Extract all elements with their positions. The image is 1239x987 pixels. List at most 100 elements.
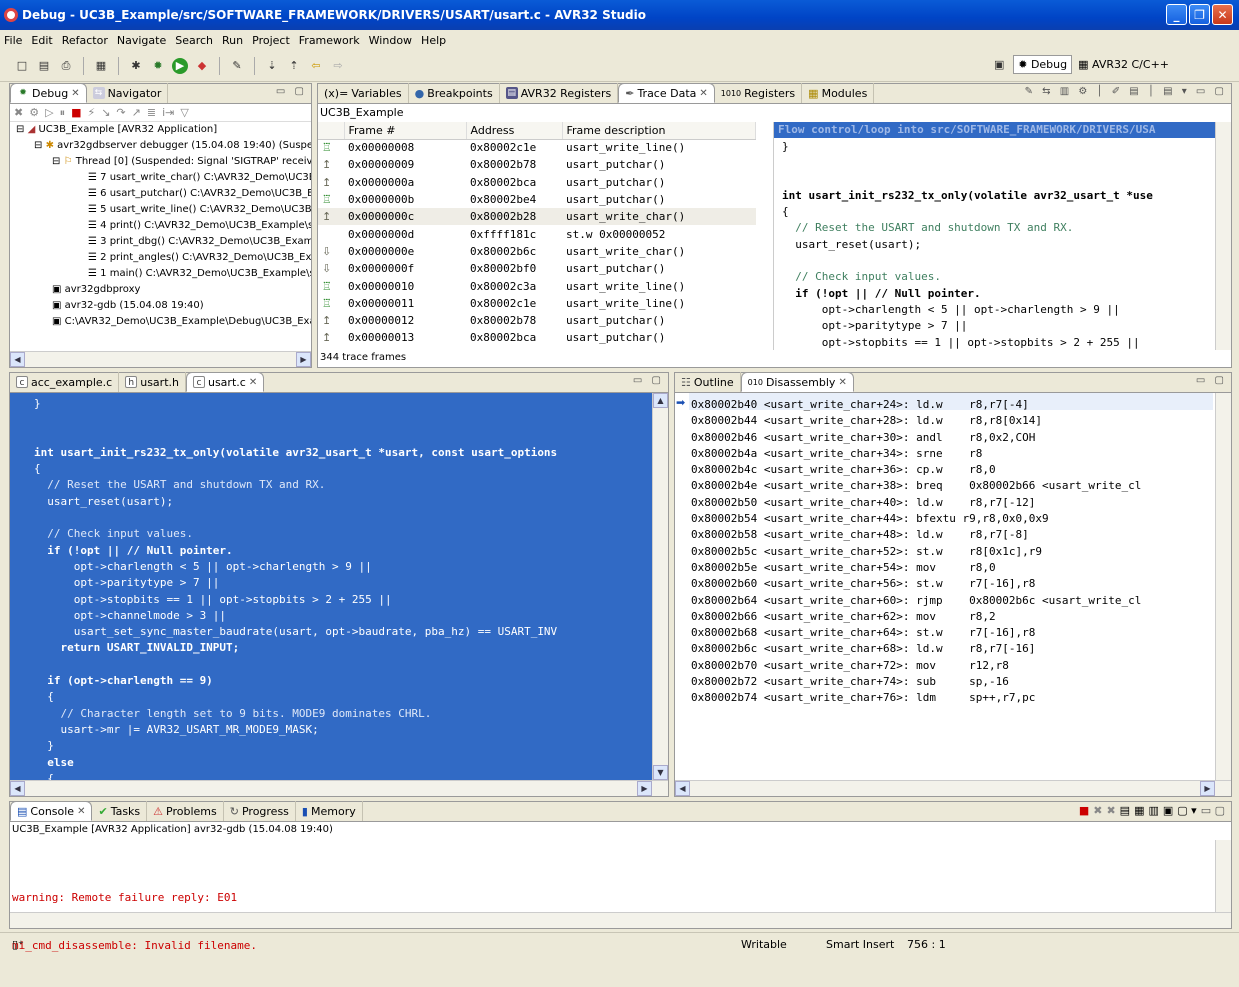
trace-row[interactable]: ↥ 0x0000000c 0x80002b28 usart_write_char() xyxy=(318,208,756,226)
maximize-button[interactable]: ❐ xyxy=(1189,4,1210,25)
instruction-step-icon[interactable]: i⇥ xyxy=(162,106,174,119)
tab-trace-data[interactable]: ✒ Trace Data ✕ xyxy=(618,83,715,103)
tab-outline[interactable]: ☷ Outline xyxy=(675,372,741,392)
view-minmax-icon[interactable]: ▭ ▢ xyxy=(1196,375,1227,386)
stack-frame[interactable]: ☰ 7 usart_write_char() C:\AVR32_Demo\UC3… xyxy=(10,170,311,186)
stack-frame[interactable]: ☰ 4 print() C:\AVR32_Demo\UC3B_Example\s… xyxy=(10,218,311,234)
tree-item[interactable]: ▣ avr32gdbproxy xyxy=(10,282,311,298)
terminate-icon[interactable]: ■ xyxy=(1079,804,1089,817)
trace-row[interactable]: ↥ 0x00000009 0x80002b78 usart_putchar() xyxy=(318,156,756,173)
code-editor[interactable]: } int usart_init_rs232_tx_only(volatile a… xyxy=(24,393,652,780)
tab-usart-c[interactable]: c usart.c ✕ xyxy=(185,372,265,392)
tab-modules[interactable]: ▦ Modules xyxy=(802,83,875,103)
run-icon[interactable]: ▶ xyxy=(172,57,188,74)
display-console-icon[interactable]: ▣ xyxy=(1163,804,1173,817)
menu-window[interactable]: Window xyxy=(369,34,412,47)
close-icon[interactable]: ✕ xyxy=(77,806,85,817)
stack-frame[interactable]: ☰ 5 usart_write_line() C:\AVR32_Demo\UC3… xyxy=(10,202,311,218)
tab-memory[interactable]: ▮ Memory xyxy=(296,801,363,821)
tab-debug[interactable]: ✹ Debug ✕ xyxy=(10,83,87,103)
step-return-icon[interactable]: ↗ xyxy=(132,106,141,119)
external-tools-icon[interactable]: ◆ xyxy=(194,58,210,74)
tab-registers[interactable]: 1010 Registers xyxy=(715,83,803,103)
trace-col-address[interactable]: Address xyxy=(466,122,563,140)
tab-variables[interactable]: (x)= Variables xyxy=(318,83,409,103)
trace-row[interactable]: ♖ 0x00000010 0x80002c3a usart_write_line() xyxy=(318,277,756,294)
minimize-button[interactable]: _ xyxy=(1166,4,1187,25)
trace-row[interactable]: ♖ 0x0000000b 0x80002be4 usart_putchar() xyxy=(318,191,756,208)
close-icon[interactable]: ✕ xyxy=(699,88,707,99)
tab-usart-h[interactable]: h usart.h xyxy=(119,372,186,392)
close-icon[interactable]: ✕ xyxy=(71,88,79,99)
close-icon[interactable]: ✕ xyxy=(838,377,846,388)
fast-view-icon[interactable]: ▯⁺ xyxy=(12,938,24,951)
menu-project[interactable]: Project xyxy=(252,34,290,47)
menu-navigate[interactable]: Navigate xyxy=(117,34,166,47)
back-icon[interactable]: ⇦ xyxy=(308,58,324,74)
trace-row[interactable]: ♖ 0x00000011 0x80002c1e usart_write_line() xyxy=(318,295,756,312)
horizontal-scrollbar[interactable] xyxy=(10,912,1231,928)
trace-row[interactable]: 0x0000000d 0xffff181c st.w 0x00000052 xyxy=(318,225,756,242)
tree-item[interactable]: ⊟ ⚐ Thread [0] (Suspended: Signal 'SIGTR… xyxy=(10,154,311,170)
trace-row[interactable]: ↥ 0x00000013 0x80002bca usart_putchar() xyxy=(318,329,756,346)
close-icon[interactable]: ✕ xyxy=(249,377,257,388)
stack-frame[interactable]: ☰ 3 print_dbg() C:\AVR32_Demo\UC3B_Examp xyxy=(10,234,311,250)
step-into-icon[interactable]: ↘ xyxy=(101,106,110,119)
disassembly-text[interactable]: 0x80002b40 <usart_write_char+24>: ld.w r… xyxy=(691,397,1141,707)
tree-item[interactable]: ▣ avr32-gdb (15.04.08 19:40) xyxy=(10,298,311,314)
horizontal-scrollbar[interactable]: ◀ ▶ xyxy=(10,351,311,367)
drop-to-frame-icon[interactable]: ≣ xyxy=(147,106,156,119)
horizontal-scrollbar[interactable]: ◀ ▶ xyxy=(675,780,1231,796)
close-button[interactable]: ✕ xyxy=(1212,4,1233,25)
view-minmax-icon[interactable]: ▭ ▢ xyxy=(1201,804,1225,817)
tree-item[interactable]: ⊟ ✱ avr32gdbserver debugger (15.04.08 19… xyxy=(10,138,311,154)
open-perspective-icon[interactable]: ▣ xyxy=(991,57,1007,73)
menu-file[interactable]: File xyxy=(4,34,22,47)
vertical-scrollbar[interactable]: ▲ ▼ xyxy=(652,393,668,780)
stack-frame[interactable]: ☰ 6 usart_putchar() C:\AVR32_Demo\UC3B_E… xyxy=(10,186,311,202)
clear-console-icon[interactable]: ▤ xyxy=(1120,804,1130,817)
trace-row[interactable]: ⇩ 0x0000000f 0x80002bf0 usart_putchar() xyxy=(318,260,756,277)
debug-icon[interactable]: ✹ xyxy=(150,58,166,74)
suspend-icon[interactable]: ⏸ xyxy=(60,106,66,120)
menu-run[interactable]: Run xyxy=(222,34,243,47)
menu-refactor[interactable]: Refactor xyxy=(62,34,108,47)
pin-console-icon[interactable]: ▥ xyxy=(1148,804,1158,817)
menu-framework[interactable]: Framework xyxy=(299,34,360,47)
trace-row[interactable]: ↥ 0x00000012 0x80002b78 usart_putchar() xyxy=(318,312,756,329)
trace-col-description[interactable]: Frame description xyxy=(562,122,756,140)
vertical-scrollbar[interactable] xyxy=(1215,122,1231,350)
vertical-scrollbar[interactable] xyxy=(1215,840,1231,912)
tab-tasks[interactable]: ✔ Tasks xyxy=(92,801,148,821)
tab-breakpoints[interactable]: ● Breakpoints xyxy=(409,83,500,103)
remove-terminated-icon[interactable]: ✖ xyxy=(14,106,23,119)
print-icon[interactable]: ⎙ xyxy=(58,58,74,74)
tab-progress[interactable]: ↻ Progress xyxy=(224,801,296,821)
remove-launch-icon[interactable]: ✖ xyxy=(1093,804,1102,817)
terminate-icon[interactable]: ■ xyxy=(71,106,81,119)
tab-navigator[interactable]: ⇆ Navigator xyxy=(87,83,169,103)
menu-edit[interactable]: Edit xyxy=(31,34,52,47)
new-icon[interactable]: □ xyxy=(14,58,30,74)
connect-icon[interactable]: ⚙ xyxy=(29,106,39,119)
next-annotation-icon[interactable]: ⇣ xyxy=(264,58,280,74)
binary-icon[interactable]: ▦ xyxy=(93,58,109,74)
remove-all-icon[interactable]: ✖ xyxy=(1106,804,1115,817)
tab-console[interactable]: ▤ Console ✕ xyxy=(10,801,93,821)
open-console-icon[interactable]: ▢ ▾ xyxy=(1177,804,1196,817)
step-over-icon[interactable]: ↷ xyxy=(116,106,125,119)
perspective-cpp[interactable]: ▦ AVR32 C/C++ xyxy=(1078,58,1169,71)
tab-acc-example[interactable]: c acc_example.c xyxy=(10,372,120,392)
tree-item[interactable]: ▣ C:\AVR32_Demo\UC3B_Example\Debug\UC3B_… xyxy=(10,314,311,330)
resume-icon[interactable]: ▷ xyxy=(45,106,53,119)
view-toolbar-icons[interactable]: ✎ ⇆ ▥ ⚙ │ ✐ ▤ │ ▤ ▾ ▭ ▢ xyxy=(1025,86,1227,97)
view-minmax-icon[interactable]: ▭ ▢ xyxy=(633,375,664,386)
trace-row[interactable]: ↥ 0x0000000a 0x80002bca usart_putchar() xyxy=(318,174,756,191)
build-icon[interactable]: ✱ xyxy=(128,58,144,74)
tab-avr32-registers[interactable]: ▤ AVR32 Registers xyxy=(500,83,619,103)
menu-help[interactable]: Help xyxy=(421,34,446,47)
trace-row[interactable]: ♖ 0x00000008 0x80002c1e usart_write_line() xyxy=(318,139,756,156)
forward-icon[interactable]: ⇨ xyxy=(330,58,346,74)
trace-row[interactable]: ⇩ 0x0000000e 0x80002b6c usart_write_char() xyxy=(318,243,756,260)
pencil-icon[interactable]: ✎ xyxy=(229,58,245,74)
